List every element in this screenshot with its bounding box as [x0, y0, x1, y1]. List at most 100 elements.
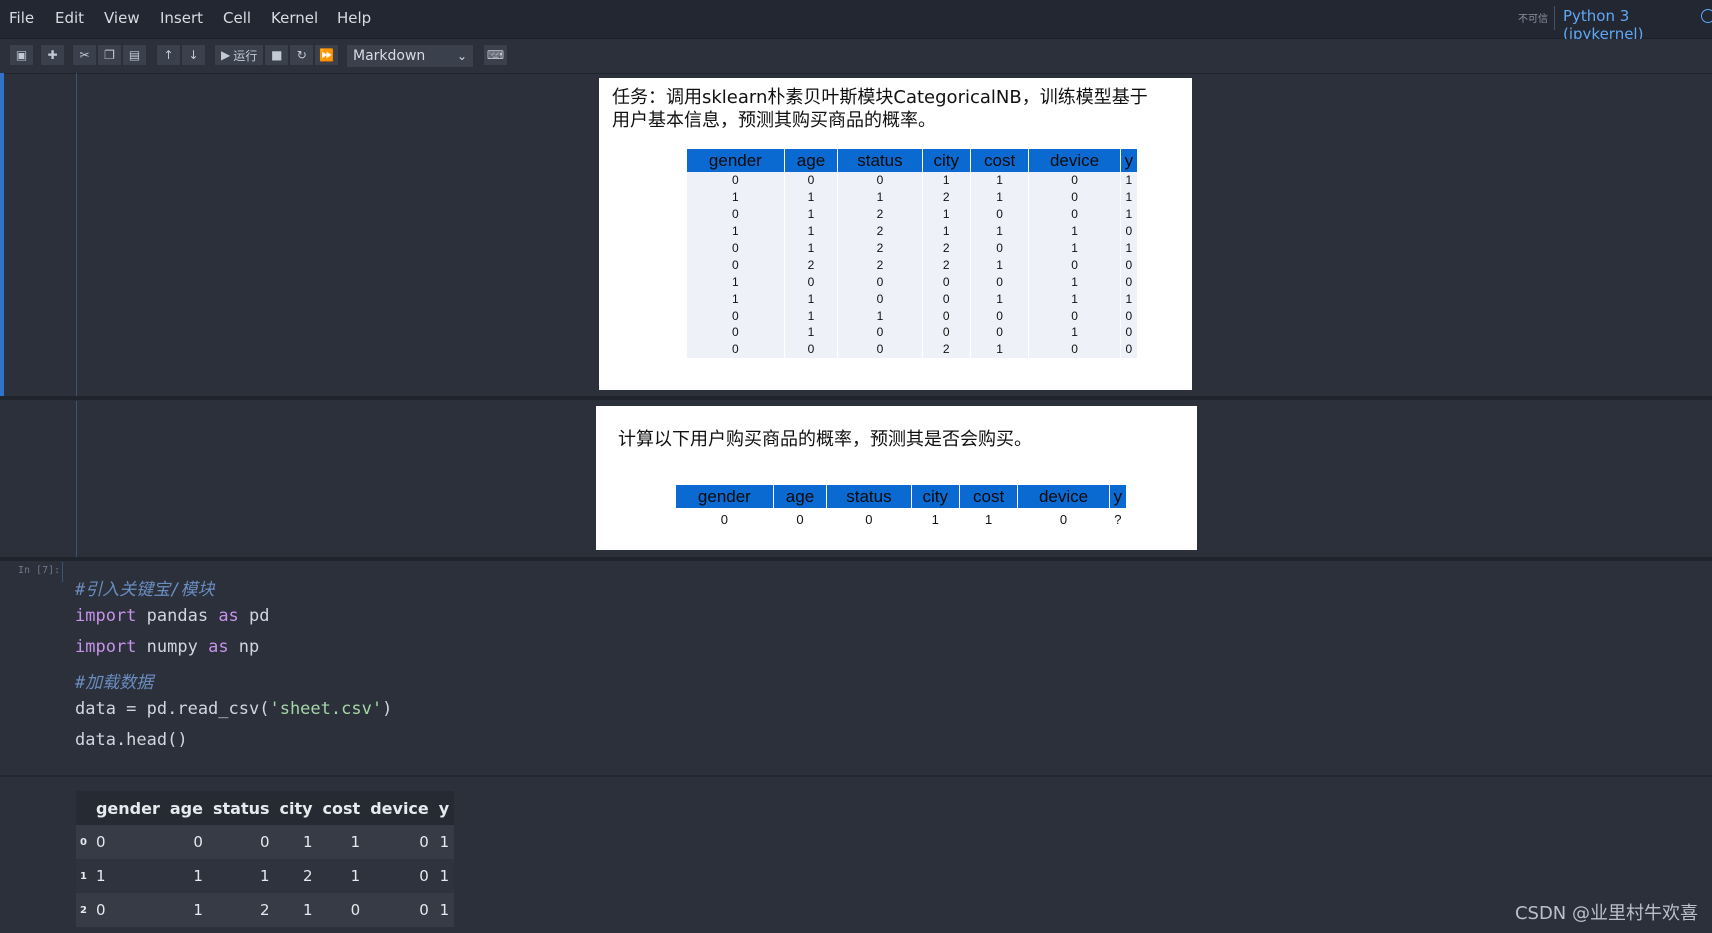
code-line-1[interactable]: #引入关键宝/模块 — [75, 575, 214, 600]
table-cell: 1 — [784, 307, 839, 325]
cut-icon: ✂ — [79, 48, 90, 62]
table-row: 1000010 — [687, 273, 1139, 291]
table-cell: 0 — [687, 256, 785, 274]
keyword-import: import — [75, 637, 137, 657]
table-header-cell: cost — [970, 149, 1030, 172]
table-cell: 0 — [1028, 307, 1121, 325]
table-row: 0110000 — [687, 307, 1139, 325]
predict-text: 计算以下用户购买商品的概率，预测其是否会购买。 — [618, 429, 1032, 450]
df-cell: 1 — [274, 893, 318, 927]
menu-insert[interactable]: Insert — [160, 9, 203, 27]
table-cell: 0 — [687, 205, 785, 223]
task-text: 任务：调用sklearn朴素贝叶斯模块CategoricalNB，训练模型基于 … — [612, 86, 1148, 132]
cell-separator — [0, 396, 1712, 400]
code-line-5[interactable]: data = pd.read_csv('sheet.csv') — [75, 699, 392, 719]
table-header-cell: age — [773, 485, 828, 508]
task-image: 任务：调用sklearn朴素贝叶斯模块CategoricalNB，训练模型基于 … — [599, 78, 1192, 390]
markdown-cell-predict[interactable]: 计算以下用户购买商品的概率，预测其是否会购买。 gender age status c… — [0, 401, 1712, 557]
insert-cell-button[interactable]: ✚ — [40, 44, 65, 66]
table-cell: 1 — [1120, 290, 1139, 308]
table-cell: 1 — [837, 188, 923, 206]
table-cell: 1 — [784, 324, 839, 341]
stop-button[interactable]: ■ — [264, 44, 290, 66]
df-cell: 1 — [433, 893, 455, 927]
menu-edit[interactable]: Edit — [55, 9, 84, 27]
arrow-up-icon: ↑ — [163, 48, 174, 62]
table-cell: 2 — [837, 222, 923, 240]
table-cell: 0 — [826, 508, 912, 530]
task-line-1: 任务：调用sklearn朴素贝叶斯模块CategoricalNB，训练模型基于 — [612, 87, 1148, 108]
table-cell: 1 — [784, 239, 839, 257]
table-cell: 0 — [687, 307, 785, 325]
keyword-import: import — [75, 606, 137, 626]
df-cell: 0 — [317, 893, 366, 927]
menubar: File Edit View Insert Cell Kernel Help 不… — [0, 0, 1712, 43]
comment-text: #引入关键宝/模块 — [75, 580, 215, 600]
paste-button[interactable]: ▤ — [122, 44, 147, 66]
df-cell: 1 — [274, 825, 318, 859]
df-cell: 0 — [365, 893, 434, 927]
table-cell: ? — [1109, 508, 1128, 530]
run-label: 运行 — [233, 48, 258, 63]
code-line-6[interactable]: data.head() — [75, 730, 188, 750]
code-line-2[interactable]: import pandas as pd — [75, 606, 270, 626]
table-cell: 1 — [1028, 273, 1121, 291]
table-cell: 0 — [1028, 256, 1121, 274]
df-cell: 0 — [164, 825, 208, 859]
table-header-cell: gender — [676, 485, 774, 508]
cell-type-select[interactable]: Markdown ⌄ — [346, 44, 474, 68]
table-cell: 1 — [922, 222, 971, 240]
cut-button[interactable]: ✂ — [72, 44, 97, 66]
df-cell: 1 — [207, 859, 275, 893]
table-cell: 2 — [922, 256, 971, 274]
table-row: 0122011 — [687, 239, 1139, 257]
table-cell: 0 — [676, 508, 774, 530]
menu-help[interactable]: Help — [337, 9, 371, 27]
table-cell: 0 — [1120, 340, 1139, 358]
move-down-button[interactable]: ↓ — [181, 44, 206, 66]
module-name: numpy — [136, 637, 209, 657]
table-cell: 0 — [687, 324, 785, 341]
df-cell: 2 — [207, 893, 275, 927]
df-cell: 1 — [433, 825, 455, 859]
table-header-cell: device — [1017, 485, 1110, 508]
command-palette-button[interactable]: ⌨ — [483, 44, 508, 66]
table-cell: 0 — [922, 273, 971, 291]
df-cell: 1 — [164, 859, 208, 893]
code-line-4[interactable]: #加载数据 — [75, 668, 153, 693]
table-cell: 0 — [1028, 172, 1121, 189]
table-cell: 0 — [970, 324, 1030, 341]
trust-status[interactable]: 不可信 — [1518, 10, 1548, 25]
df-header-cell — [76, 791, 91, 825]
stop-icon: ■ — [271, 48, 283, 62]
menu-view[interactable]: View — [104, 9, 140, 27]
menu-cell[interactable]: Cell — [223, 9, 251, 27]
save-button[interactable]: ▣ — [9, 44, 34, 66]
df-cell: 2 — [274, 859, 318, 893]
df-cell: 1 — [317, 825, 366, 859]
kernel-name[interactable]: Python 3 (ipykernel) — [1563, 7, 1712, 43]
code-text: data.head() — [75, 730, 188, 750]
training-table: gender age status city cost device y 000110111… — [687, 149, 1139, 358]
menu-kernel[interactable]: Kernel — [271, 9, 318, 27]
table-cell: 0 — [837, 290, 923, 308]
table-cell: 1 — [970, 256, 1030, 274]
markdown-cell-task[interactable]: 任务：调用sklearn朴素贝叶斯模块CategoricalNB，训练模型基于 … — [0, 73, 1712, 396]
module-alias: pd — [238, 606, 270, 626]
restart-run-all-button[interactable]: ⏩ — [314, 44, 340, 66]
restart-button[interactable]: ↻ — [289, 44, 315, 66]
selected-cell-indicator — [0, 73, 4, 396]
menu-file[interactable]: File — [9, 9, 34, 27]
code-line-3[interactable]: import numpy as np — [75, 637, 259, 657]
df-index-cell: 2 — [76, 893, 91, 927]
table-row: 0001101 — [687, 172, 1139, 189]
run-button[interactable]: ▶ 运行 — [214, 44, 265, 66]
move-up-button[interactable]: ↑ — [156, 44, 181, 66]
code-cell[interactable]: In [7]: #引入关键宝/模块 import pandas as pd im… — [0, 560, 1712, 772]
table-cell: 0 — [970, 307, 1030, 325]
table-cell: 1 — [1028, 239, 1121, 257]
table-cell: 0 — [1028, 205, 1121, 223]
table-cell: 1 — [1120, 205, 1139, 223]
predict-table: gender age status city cost device y 0 0 0 1 1 0? — [676, 485, 1128, 530]
copy-button[interactable]: ❐ — [97, 44, 122, 66]
